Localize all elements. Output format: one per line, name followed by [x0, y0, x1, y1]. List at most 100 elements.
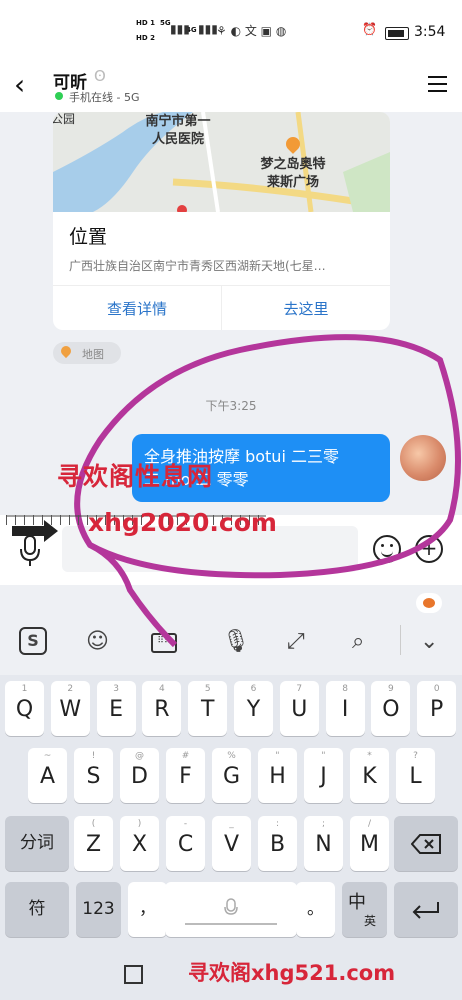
- key-secondary-label: 3: [113, 684, 119, 694]
- key-label: I: [341, 697, 349, 722]
- view-details-button[interactable]: 查看详情: [53, 298, 221, 319]
- signal-icon: ▮▮▮: [170, 22, 190, 36]
- key-secondary-label: ": [275, 751, 280, 761]
- key-secondary-label: ~: [43, 751, 52, 761]
- key-secondary-label: 8: [342, 684, 348, 694]
- key-j[interactable]: " J: [304, 748, 343, 803]
- keyboard-icon[interactable]: ⠿⠿: [151, 633, 177, 653]
- emoji-panel-icon[interactable]: ☺: [86, 629, 109, 654]
- navigate-button[interactable]: 去这里: [222, 298, 390, 319]
- search-icon[interactable]: ⌕: [352, 629, 364, 654]
- divider: [400, 625, 401, 655]
- enter-key[interactable]: [394, 882, 458, 937]
- chat-area[interactable]: 公园 南宁市第一 人民医院 梦之岛奥特 莱斯广场 位置 广西壮族自治区南宁市青秀…: [0, 112, 462, 515]
- en-label: 英: [364, 914, 377, 928]
- location-card[interactable]: 公园 南宁市第一 人民医院 梦之岛奥特 莱斯广场 位置 广西壮族自治区南宁市青秀…: [53, 112, 390, 330]
- collapse-keyboard-icon[interactable]: ⌄: [420, 629, 438, 654]
- key-label: E: [109, 697, 124, 722]
- emoji-icon[interactable]: [373, 535, 401, 563]
- key-d[interactable]: @ D: [120, 748, 159, 803]
- key-secondary-label: 4: [159, 684, 165, 694]
- avatar[interactable]: [400, 435, 446, 481]
- comma-key[interactable]: ，: [128, 882, 167, 937]
- period-key[interactable]: 。: [296, 882, 335, 937]
- menu-icon[interactable]: [428, 76, 447, 97]
- key-r[interactable]: 4R: [142, 681, 182, 736]
- key-l[interactable]: ? L: [396, 748, 435, 803]
- key-label: M: [360, 832, 379, 857]
- key-label: A: [39, 764, 56, 789]
- key-secondary-label: #: [181, 751, 190, 761]
- key-q[interactable]: 1Q: [5, 681, 44, 736]
- key-w[interactable]: 2W: [50, 681, 90, 736]
- back-icon[interactable]: ‹: [14, 71, 25, 99]
- app-icons: ⚘ ◐ ⽂ ▣ ◍: [216, 24, 287, 38]
- language-switch-key[interactable]: 中 英: [342, 882, 387, 937]
- key-label: G: [222, 764, 241, 789]
- key-k[interactable]: * K: [350, 748, 389, 803]
- key-secondary-label: %: [227, 751, 236, 761]
- key-v[interactable]: _ V: [212, 816, 251, 871]
- key-b[interactable]: :B: [258, 816, 297, 871]
- key-label: K: [362, 764, 377, 789]
- key-u[interactable]: 7U: [279, 681, 319, 736]
- key-label: R: [154, 697, 170, 722]
- location-pin-icon: [58, 343, 74, 359]
- backspace-key[interactable]: [394, 816, 458, 871]
- key-x[interactable]: ) X: [120, 816, 159, 871]
- recents-icon[interactable]: [124, 965, 143, 984]
- message-timestamp: 下午3:25: [205, 399, 257, 413]
- hd2-badge: HD 2: [136, 34, 155, 42]
- online-dot: [55, 92, 63, 100]
- key-label: Q: [15, 697, 34, 722]
- space-key[interactable]: [165, 882, 297, 937]
- key-secondary-label: ": [321, 751, 326, 761]
- map-preview[interactable]: 公园 南宁市第一 人民医院 梦之岛奥特 莱斯广场: [53, 112, 390, 212]
- number-key[interactable]: 123: [76, 882, 121, 937]
- key-f[interactable]: # F: [166, 748, 205, 803]
- key-secondary-label: 7: [296, 684, 303, 694]
- key-n[interactable]: ; N: [304, 816, 343, 871]
- key-secondary-label: /: [367, 819, 372, 829]
- sogou-logo-icon[interactable]: S: [19, 627, 47, 655]
- key-s[interactable]: ! S: [74, 748, 113, 803]
- voice-input-icon[interactable]: 🎙: [222, 629, 250, 654]
- keyboard-toolbar: S ☺ ⠿⠿ 🎙 ⤢ ⌕ ⌄: [0, 585, 462, 675]
- key-secondary-label: ): [137, 819, 142, 829]
- plus-icon[interactable]: +: [415, 535, 443, 563]
- key-z[interactable]: (Z: [74, 816, 113, 871]
- keyboard: S ☺ ⠿⠿ 🎙 ⤢ ⌕ ⌄ 1Q2W3E4R5T6Y7U8I9O0P ~ A! S…: [0, 585, 462, 1000]
- backspace-icon: [410, 834, 441, 854]
- key-y[interactable]: 6Y: [234, 681, 273, 736]
- key-label: T: [200, 697, 215, 722]
- key-m[interactable]: / M: [350, 816, 389, 871]
- resize-icon[interactable]: ⤢: [287, 629, 305, 654]
- enter-icon: [412, 902, 439, 919]
- key-secondary-label: *: [367, 751, 372, 761]
- map-label-park: 公园: [53, 112, 76, 126]
- key-a[interactable]: ~ A: [28, 748, 67, 803]
- key-label: H: [269, 764, 286, 789]
- key-label: P: [430, 697, 444, 722]
- key-t[interactable]: 5T: [188, 681, 228, 736]
- key-e[interactable]: 3E: [96, 681, 136, 736]
- key-h[interactable]: " H: [258, 748, 297, 803]
- signal2-icon: ▮▮▮: [198, 22, 218, 36]
- key-label: W: [59, 697, 82, 722]
- key-c[interactable]: -C: [166, 816, 205, 871]
- voice-icon[interactable]: [20, 535, 40, 567]
- symbol-key[interactable]: 符: [5, 882, 69, 937]
- key-label: U: [291, 697, 308, 722]
- fenci-key[interactable]: 分词: [5, 816, 69, 871]
- key-secondary-label: :: [275, 819, 280, 829]
- key-g[interactable]: % G: [212, 748, 251, 803]
- key-label: Y: [246, 697, 261, 722]
- key-p[interactable]: 0P: [417, 681, 457, 736]
- key-label: D: [131, 764, 148, 789]
- ime-badge-icon[interactable]: [416, 593, 442, 613]
- location-marker-icon: [177, 205, 187, 212]
- key-o[interactable]: 9O: [371, 681, 411, 736]
- map-tag[interactable]: 地图: [53, 342, 121, 364]
- watermark-url-bottom: 寻欢阁xhg521.com: [188, 961, 396, 985]
- key-i[interactable]: 8I: [325, 681, 365, 736]
